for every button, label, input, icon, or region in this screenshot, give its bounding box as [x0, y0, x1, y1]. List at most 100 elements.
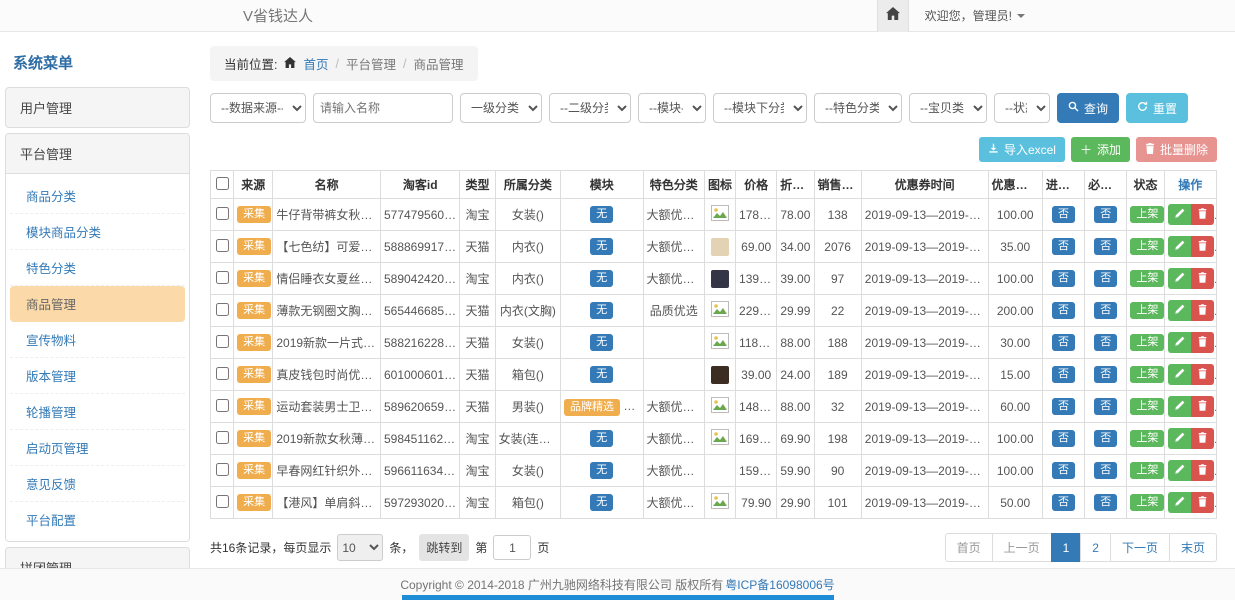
- delete-button[interactable]: [1191, 492, 1214, 513]
- batch-delete-button[interactable]: 批量删除: [1136, 137, 1217, 162]
- select-all-checkbox[interactable]: [216, 177, 229, 190]
- home-button[interactable]: [877, 0, 909, 32]
- reset-button[interactable]: 重置: [1126, 93, 1188, 123]
- table-row: 采集 【港风】单肩斜跨链条... 597293020870 淘宝 箱包() 无 …: [211, 487, 1217, 519]
- feature-category: 大额优惠券: [643, 263, 704, 295]
- filter-select[interactable]: --数据来源--: [210, 93, 306, 123]
- jump-button[interactable]: 跳转到: [419, 534, 469, 561]
- row-checkbox[interactable]: [216, 431, 229, 444]
- delete-button[interactable]: [1191, 204, 1214, 225]
- row-checkbox[interactable]: [216, 239, 229, 252]
- sidebar-group[interactable]: 平台管理: [6, 134, 189, 173]
- sales-count: 22: [814, 295, 861, 327]
- query-button[interactable]: 查询: [1057, 93, 1119, 123]
- edit-button[interactable]: [1168, 396, 1191, 417]
- filter-select[interactable]: --模块--: [638, 93, 706, 123]
- row-checkbox[interactable]: [216, 367, 229, 380]
- icp-link[interactable]: 粤ICP备16098006号: [725, 576, 834, 593]
- sidebar-item[interactable]: 模块商品分类: [10, 214, 185, 250]
- filter-name-input[interactable]: [313, 93, 453, 123]
- product-type: 淘宝: [460, 199, 495, 231]
- sidebar-group[interactable]: 用户管理: [6, 88, 189, 127]
- sidebar-item[interactable]: 商品分类: [10, 178, 185, 214]
- status-badge: 上架: [1130, 366, 1164, 384]
- product-category: 箱包(): [495, 359, 560, 391]
- delete-button[interactable]: [1191, 300, 1214, 321]
- breadcrumb-home-link[interactable]: 首页: [303, 54, 328, 73]
- price: 159.90: [736, 455, 777, 487]
- row-checkbox[interactable]: [216, 495, 229, 508]
- column-header: 名称: [273, 171, 381, 199]
- delete-button[interactable]: [1191, 364, 1214, 385]
- row-checkbox[interactable]: [216, 207, 229, 220]
- edit-icon: [1174, 239, 1185, 254]
- edit-button[interactable]: [1168, 332, 1191, 353]
- add-button[interactable]: ＋ 添加: [1071, 137, 1130, 162]
- coupon-time: 2019-09-13—2019-09-20: [861, 263, 988, 295]
- breadcrumb-item: 商品管理: [413, 54, 463, 73]
- product-type: 淘宝: [460, 455, 495, 487]
- per-page-select[interactable]: 10: [337, 534, 383, 561]
- product-name: 2019新款一片式系...: [273, 327, 381, 359]
- coupon-time: 2019-09-13—2019-09-17: [861, 199, 988, 231]
- delete-button[interactable]: [1191, 428, 1214, 449]
- sidebar-item[interactable]: 宣传物料: [10, 322, 185, 358]
- page-button[interactable]: 首页: [945, 533, 993, 562]
- column-header: 模块: [561, 171, 643, 199]
- discount-price: 78.00: [777, 199, 814, 231]
- edit-button[interactable]: [1168, 492, 1191, 513]
- delete-button[interactable]: [1191, 460, 1214, 481]
- sales-count: 97: [814, 263, 861, 295]
- edit-button[interactable]: [1168, 364, 1191, 385]
- row-checkbox[interactable]: [216, 303, 229, 316]
- edit-button[interactable]: [1168, 460, 1191, 481]
- row-checkbox[interactable]: [216, 335, 229, 348]
- edit-button[interactable]: [1168, 428, 1191, 449]
- column-header: 价格: [736, 171, 777, 199]
- import-select-badge: 否: [1052, 430, 1075, 448]
- delete-button[interactable]: [1191, 332, 1214, 353]
- product-category: 女装(): [495, 327, 560, 359]
- sidebar-item[interactable]: 轮播管理: [10, 394, 185, 430]
- filter-select[interactable]: --二级分类--: [549, 93, 631, 123]
- import-select-badge: 否: [1052, 334, 1075, 352]
- trash-icon: [1198, 495, 1207, 510]
- edit-button[interactable]: [1168, 268, 1191, 289]
- page-button[interactable]: 下一页: [1110, 533, 1170, 562]
- page-button[interactable]: 上一页: [992, 533, 1052, 562]
- edit-icon: [1174, 207, 1185, 222]
- filter-select[interactable]: --状态--: [994, 93, 1050, 123]
- delete-button[interactable]: [1191, 396, 1214, 417]
- filter-select[interactable]: --模块下分类--: [713, 93, 807, 123]
- delete-button[interactable]: [1191, 268, 1214, 289]
- price: 229.99: [736, 295, 777, 327]
- row-actions: [1168, 428, 1214, 449]
- page-button[interactable]: 1: [1051, 533, 1082, 562]
- sidebar-item[interactable]: 特色分类: [10, 250, 185, 286]
- sidebar-item[interactable]: 启动页管理: [10, 430, 185, 466]
- user-menu[interactable]: 欢迎您，管理员!: [925, 7, 1025, 24]
- edit-button[interactable]: [1168, 204, 1191, 225]
- page-button[interactable]: 末页: [1169, 533, 1217, 562]
- sidebar-item[interactable]: 意见反馈: [10, 466, 185, 502]
- row-checkbox[interactable]: [216, 399, 229, 412]
- product-thumbnail: [711, 270, 729, 288]
- edit-button[interactable]: [1168, 236, 1191, 257]
- edit-button[interactable]: [1168, 300, 1191, 321]
- reset-button-label: 重置: [1153, 100, 1177, 117]
- filter-select[interactable]: --宝贝类型--: [909, 93, 987, 123]
- row-checkbox[interactable]: [216, 271, 229, 284]
- sidebar-item[interactable]: 版本管理: [10, 358, 185, 394]
- row-checkbox[interactable]: [216, 463, 229, 476]
- jump-page-input[interactable]: [493, 535, 531, 560]
- sidebar-item[interactable]: 平台配置: [10, 502, 185, 537]
- page-button[interactable]: 2: [1080, 533, 1111, 562]
- delete-button[interactable]: [1191, 236, 1214, 257]
- column-header: 销售数量: [814, 171, 861, 199]
- filter-select[interactable]: --特色分类--: [814, 93, 902, 123]
- import-excel-button[interactable]: 导入excel: [979, 137, 1065, 162]
- feature-category: 大额优惠券: [643, 199, 704, 231]
- sidebar-item[interactable]: 商品管理: [10, 286, 185, 322]
- coupon-time: 2019-09-13—2019-09-15: [861, 391, 988, 423]
- filter-select[interactable]: 一级分类: [460, 93, 542, 123]
